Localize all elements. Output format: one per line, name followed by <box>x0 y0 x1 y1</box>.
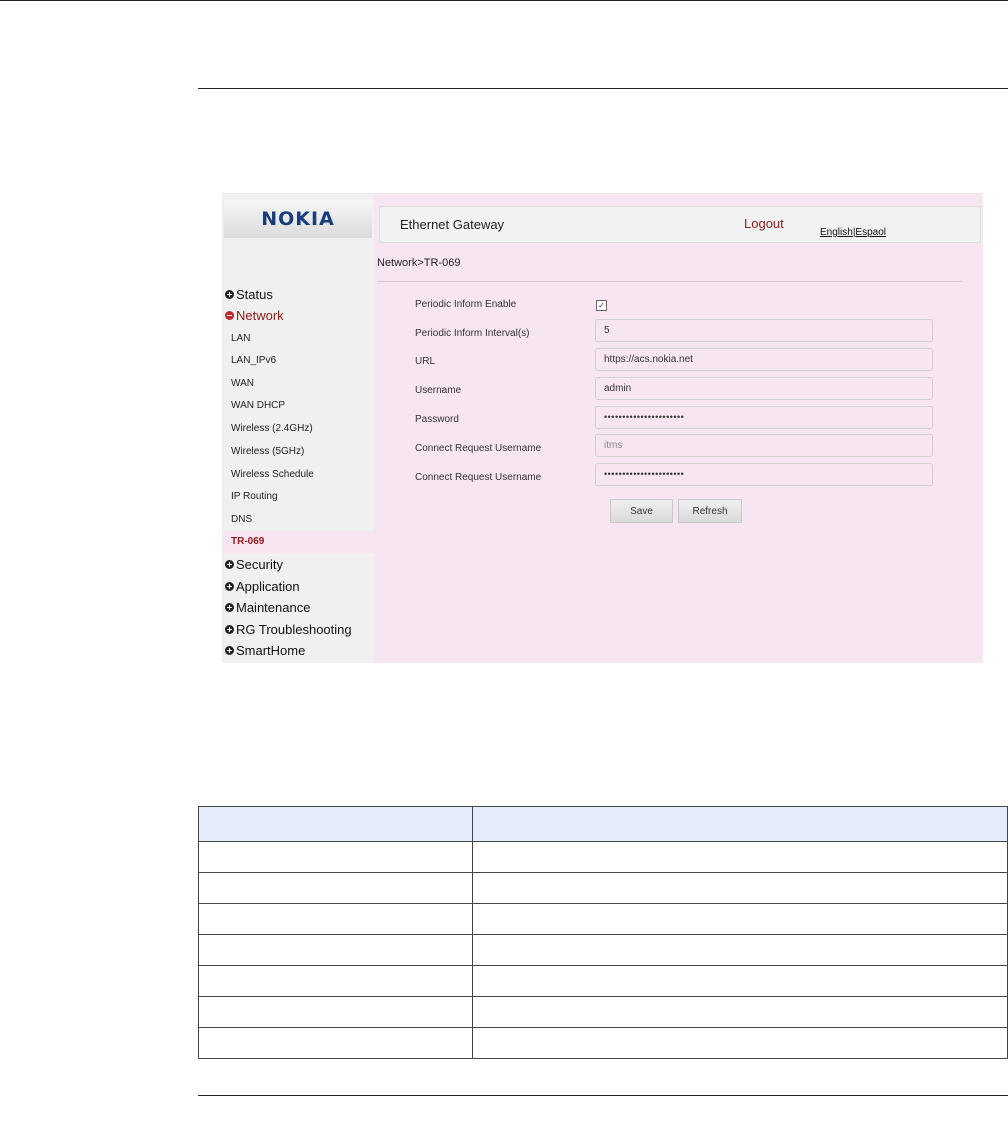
submenu-lan[interactable]: LAN <box>231 333 250 344</box>
table-cell <box>198 965 473 997</box>
breadcrumb-divider <box>377 281 962 282</box>
collapse-icon <box>225 311 234 320</box>
footer-rule <box>198 1095 1008 1096</box>
menu-rg-troubleshooting-label: RG Troubleshooting <box>236 622 352 637</box>
menu-network-label: Network <box>236 308 284 323</box>
username-field[interactable]: admin <box>595 377 933 400</box>
table-row <box>198 1027 1008 1059</box>
url-label: URL <box>415 356 436 367</box>
expand-icon <box>225 582 234 591</box>
periodic-inform-enable-label: Periodic Inform Enable <box>415 299 517 310</box>
table-cell <box>198 996 473 1028</box>
expand-icon <box>225 646 234 655</box>
top-bar: Ethernet Gateway Logout English|Espaol <box>379 206 981 243</box>
password-field[interactable]: •••••••••••••••••••••• <box>595 406 933 429</box>
gateway-screenshot: NOKIA Status Network LAN LAN_IPv6 WAN WA… <box>222 193 983 663</box>
menu-smarthome-label: SmartHome <box>236 643 306 658</box>
menu-security-label: Security <box>236 557 283 572</box>
menu-security[interactable]: Security <box>225 557 283 572</box>
top-rule <box>0 0 1008 1</box>
password-label: Password <box>415 414 459 425</box>
periodic-inform-enable-checkbox[interactable]: ✓ <box>596 300 607 311</box>
table-cell <box>198 903 473 935</box>
submenu-tr069[interactable]: TR-069 <box>231 536 264 547</box>
submenu-dns[interactable]: DNS <box>231 514 252 525</box>
cr-password-label: Connect Request Username <box>415 472 542 483</box>
refresh-button[interactable]: Refresh <box>678 499 742 523</box>
language-switcher: English|Espaol <box>820 227 886 238</box>
table-cell <box>198 872 473 904</box>
table-row <box>198 934 1008 966</box>
expand-icon <box>225 290 234 299</box>
table-row <box>198 903 1008 935</box>
submenu-wireless-24[interactable]: Wireless (2.4GHz) <box>231 423 313 434</box>
menu-status[interactable]: Status <box>225 287 273 302</box>
table-header-row <box>198 806 1008 842</box>
table-cell <box>472 872 1008 904</box>
menu-smarthome[interactable]: SmartHome <box>225 643 305 658</box>
table-row <box>198 996 1008 1028</box>
header-rule <box>198 88 1008 89</box>
username-label: Username <box>415 385 462 396</box>
menu-status-label: Status <box>236 287 273 302</box>
submenu-ip-routing[interactable]: IP Routing <box>231 491 278 502</box>
menu-network[interactable]: Network <box>225 308 284 323</box>
expand-icon <box>225 603 234 612</box>
table-header-cell <box>198 806 473 842</box>
table-row <box>198 872 1008 904</box>
save-button[interactable]: Save <box>610 499 673 523</box>
table-cell <box>472 996 1008 1028</box>
expand-icon <box>225 560 234 569</box>
table-row <box>198 965 1008 997</box>
table-cell <box>472 1027 1008 1059</box>
submenu-wireless-5[interactable]: Wireless (5GHz) <box>231 446 304 457</box>
breadcrumb: Network>TR-069 <box>377 257 461 269</box>
menu-application[interactable]: Application <box>225 579 300 594</box>
menu-rg-troubleshooting[interactable]: RG Troubleshooting <box>225 622 352 637</box>
sidebar: NOKIA Status Network LAN LAN_IPv6 WAN WA… <box>222 194 374 663</box>
submenu-lan-ipv6[interactable]: LAN_IPv6 <box>231 355 276 366</box>
table-cell <box>472 965 1008 997</box>
expand-icon <box>225 625 234 634</box>
interval-label: Periodic Inform Interval(s) <box>415 328 530 339</box>
lang-english-link[interactable]: English <box>820 227 853 238</box>
menu-maintenance[interactable]: Maintenance <box>225 600 310 615</box>
cr-password-field[interactable]: •••••••••••••••••••••• <box>595 463 933 486</box>
table-cell <box>198 1027 473 1059</box>
menu-application-label: Application <box>236 579 300 594</box>
menu-maintenance-label: Maintenance <box>236 600 311 615</box>
table-cell <box>472 934 1008 966</box>
table-cell <box>472 903 1008 935</box>
logout-link[interactable]: Logout <box>744 216 784 231</box>
interval-field[interactable]: 5 <box>595 319 933 342</box>
url-field[interactable]: https://acs.nokia.net <box>595 348 933 371</box>
cr-username-field[interactable]: itms <box>595 434 933 457</box>
submenu-wireless-schedule[interactable]: Wireless Schedule <box>231 469 314 480</box>
table-header-cell <box>472 806 1008 842</box>
cr-username-label: Connect Request Username <box>415 443 542 454</box>
table-cell <box>472 841 1008 873</box>
table-cell <box>198 841 473 873</box>
submenu-wan-dhcp[interactable]: WAN DHCP <box>231 400 285 411</box>
lang-espanol-link[interactable]: Espaol <box>855 227 886 238</box>
logo-box: NOKIA <box>224 200 372 238</box>
table-cell <box>198 934 473 966</box>
table-row <box>198 841 1008 873</box>
submenu-wan[interactable]: WAN <box>231 378 254 389</box>
parameter-table <box>198 806 1008 1059</box>
app-title: Ethernet Gateway <box>400 217 505 232</box>
nokia-logo: NOKIA <box>261 208 335 230</box>
